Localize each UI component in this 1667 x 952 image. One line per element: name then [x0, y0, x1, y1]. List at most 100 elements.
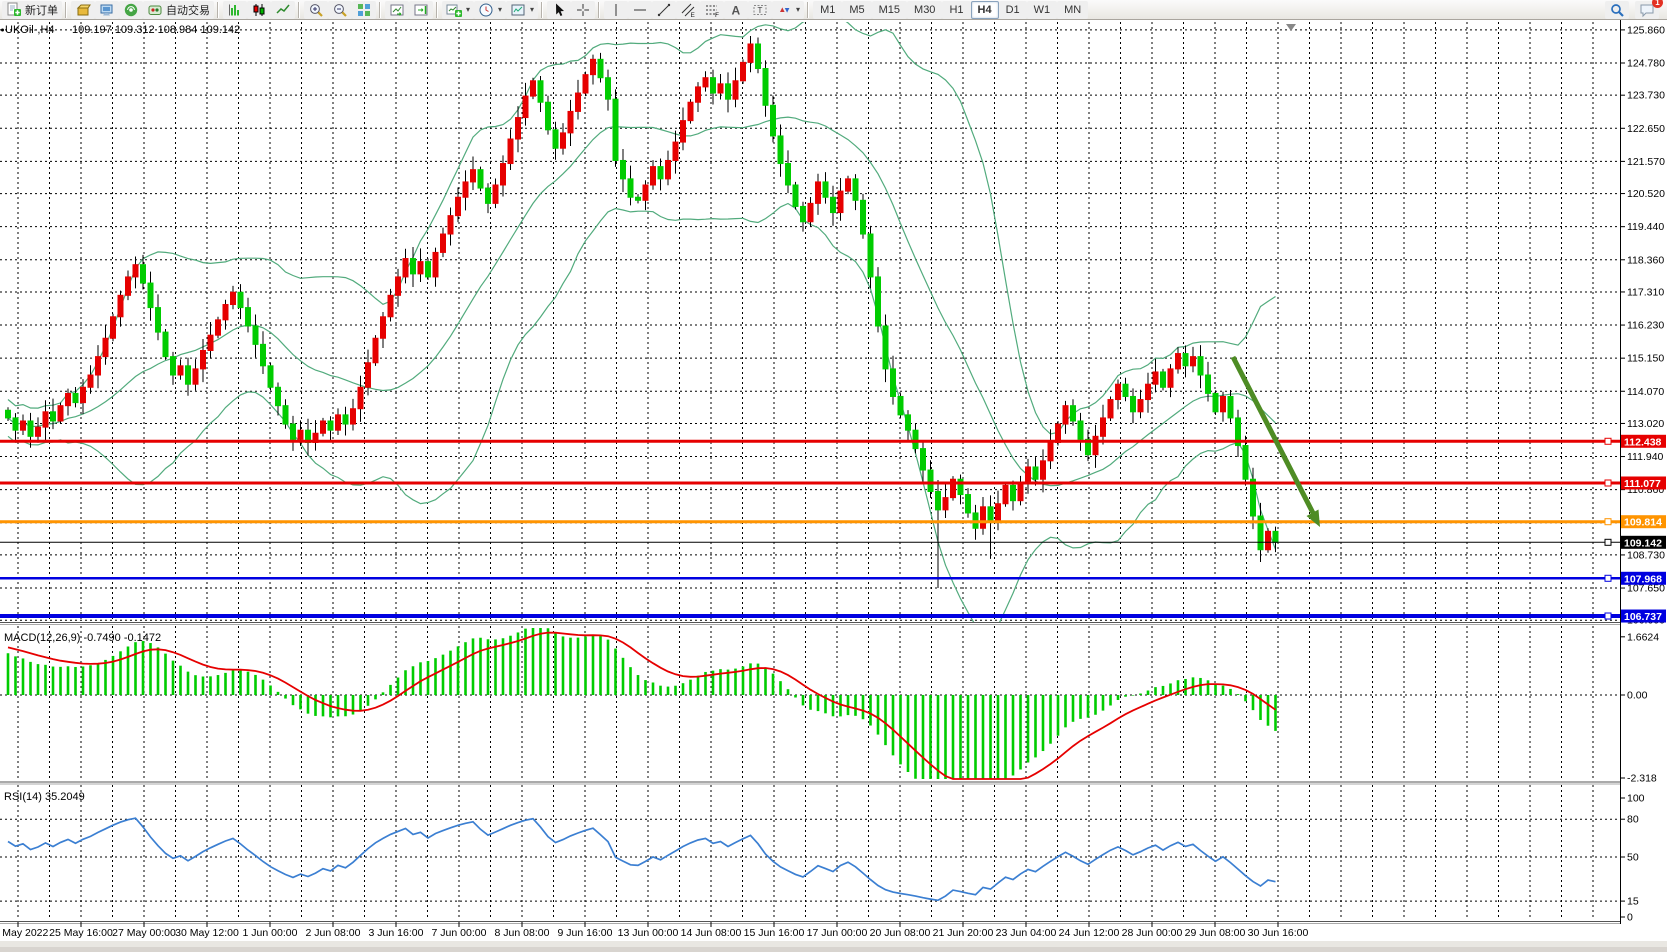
vline-icon [608, 2, 624, 18]
level-price-tag-text: 106.737 [1624, 611, 1662, 623]
candle [568, 111, 573, 132]
time-tick-label: 14 Jun 08:00 [681, 927, 742, 939]
vertical-line-button[interactable] [604, 1, 628, 19]
data-window-button[interactable] [95, 1, 119, 19]
candle [1033, 467, 1038, 479]
level-handle[interactable] [1605, 575, 1611, 581]
zoom-out-icon [332, 2, 348, 18]
zoom-in-button[interactable] [304, 1, 328, 19]
candle [553, 130, 558, 148]
candle [846, 179, 851, 191]
auto-scroll-button[interactable] [385, 1, 409, 19]
horizontal-line-button[interactable] [628, 1, 652, 19]
candle [6, 410, 11, 418]
macd-indicator-label: MACD(12,26,9) -0.7490 -0.1472 [4, 632, 161, 644]
candle [231, 292, 236, 304]
candle [156, 308, 161, 333]
timeframe-m5-button[interactable]: M5 [842, 1, 871, 19]
line-mode-button[interactable] [271, 1, 295, 19]
chart-canvas[interactable]: 125.860124.780123.730122.650121.570120.5… [0, 20, 1667, 947]
time-tick-label: 24 Jun 12:00 [1059, 927, 1120, 939]
line-icon [275, 2, 291, 18]
timeframe-d1-button[interactable]: D1 [999, 1, 1027, 19]
autotrading-button[interactable]: 自动交易 [143, 1, 214, 19]
time-tick-label: 20 Jun 08:00 [870, 927, 931, 939]
crosshair-button[interactable] [571, 1, 595, 19]
signals-button[interactable] [119, 1, 143, 19]
search-button[interactable] [1605, 1, 1629, 19]
candle [1153, 372, 1158, 384]
new-order-button[interactable]: 新订单 [2, 1, 62, 19]
candle [1221, 396, 1226, 411]
candle [778, 136, 783, 164]
level-handle[interactable] [1605, 613, 1611, 619]
level-handle[interactable] [1605, 480, 1611, 486]
candle [381, 317, 386, 338]
price-tick-label: 123.730 [1627, 90, 1665, 102]
level-handle[interactable] [1605, 438, 1611, 444]
text-label-button[interactable]: T [748, 1, 772, 19]
fibonacci-button[interactable]: F [700, 1, 724, 19]
market-watch-button[interactable] [71, 1, 95, 19]
candle [373, 338, 378, 363]
timeframe-h4-button[interactable]: H4 [971, 1, 999, 19]
arrange1-icon [389, 2, 405, 18]
text-button[interactable]: A [724, 1, 748, 19]
chart-shift-button[interactable] [409, 1, 433, 19]
rsi-scale-label: 80 [1627, 814, 1639, 826]
candle [1273, 531, 1278, 542]
rsi-indicator-label: RSI(14) 35.2049 [4, 791, 85, 803]
toolbar-separator [63, 2, 70, 18]
cursor-button[interactable] [547, 1, 571, 19]
candle [516, 118, 521, 139]
text-icon: A [728, 2, 744, 18]
time-tick-label: 21 Jun 20:00 [933, 927, 994, 939]
search-icon [1609, 2, 1625, 18]
zoom-out-button[interactable] [328, 1, 352, 19]
timeframe-h1-button[interactable]: H1 [942, 1, 970, 19]
level-price-tag-text: 111.077 [1624, 478, 1661, 490]
notifications-button[interactable]: 1 [1635, 1, 1659, 19]
equidistant-channel-button[interactable]: E [676, 1, 700, 19]
tile-windows-button[interactable] [352, 1, 376, 19]
toolbar-right-cluster: 1 [1605, 1, 1667, 19]
timeframe-m15-button[interactable]: M15 [872, 1, 907, 19]
level-handle[interactable] [1605, 539, 1611, 545]
candle [111, 317, 116, 338]
candle [1078, 421, 1083, 439]
candle [66, 393, 71, 405]
candle [606, 78, 611, 99]
arrows-button[interactable]: ▾ [772, 1, 804, 19]
time-tick-label: 28 Jun 00:00 [1122, 927, 1183, 939]
candle [358, 387, 363, 408]
tile-icon [356, 2, 372, 18]
candle [1101, 418, 1106, 436]
timeframe-mn-button[interactable]: MN [1057, 1, 1088, 19]
candle [816, 182, 821, 203]
level-handle[interactable] [1605, 519, 1611, 525]
level-price-tag-text: 112.438 [1624, 436, 1662, 448]
bar-chart-mode-button[interactable] [223, 1, 247, 19]
candle [21, 421, 26, 430]
candle [628, 179, 633, 197]
toolbar: 新订单自动交易▾▾▾EFAT▾M1M5M15M30H1H4D1W1MN1 [0, 0, 1667, 20]
timeframe-m1-button[interactable]: M1 [813, 1, 842, 19]
candle [103, 338, 108, 356]
candle [733, 81, 738, 99]
chart-symbol-title: UKOil-,H4 [5, 24, 55, 36]
timeframe-m30-button[interactable]: M30 [907, 1, 942, 19]
bars-icon [227, 2, 243, 18]
timeframe-w1-button[interactable]: W1 [1027, 1, 1058, 19]
toolbar-separator [215, 2, 222, 18]
templates-button[interactable]: ▾ [506, 1, 538, 19]
shapes-icon [776, 2, 792, 18]
new-chart-button[interactable]: ▾ [442, 1, 474, 19]
macd-scale-label: 0.00 [1627, 690, 1648, 702]
time-tick-label: 2 Jun 08:00 [306, 927, 361, 939]
autotrade-icon [147, 2, 163, 18]
candle [681, 121, 686, 142]
trendline-button[interactable] [652, 1, 676, 19]
candle-mode-button[interactable] [247, 1, 271, 19]
periods-button[interactable]: ▾ [474, 1, 506, 19]
macd-scale-label: 1.6624 [1627, 631, 1659, 643]
